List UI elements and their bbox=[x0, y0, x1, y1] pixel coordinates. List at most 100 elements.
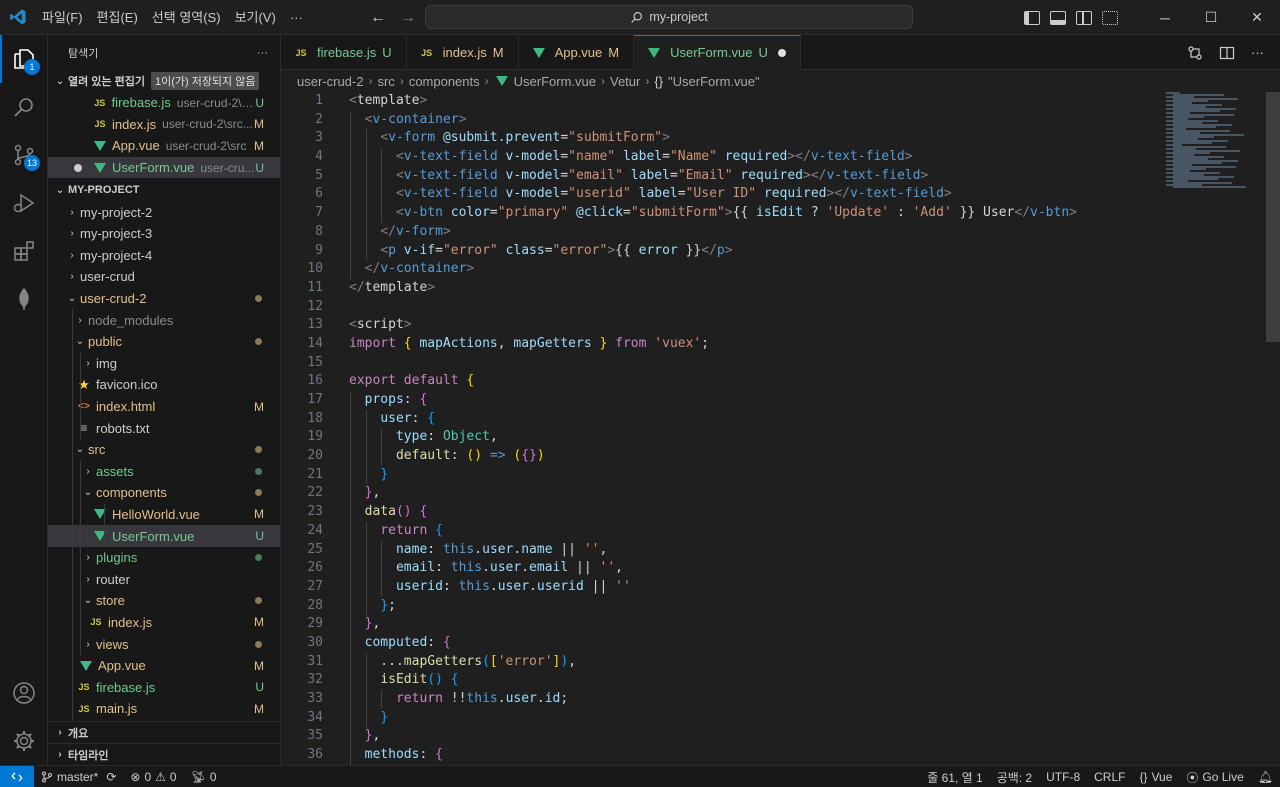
menu-edit[interactable]: 편집(E) bbox=[90, 0, 145, 35]
tree-file[interactable]: HelloWorld.vue M bbox=[48, 503, 280, 526]
maximize-button[interactable]: ☐ bbox=[1188, 0, 1234, 35]
back-arrow-icon[interactable]: ← bbox=[370, 9, 386, 27]
encoding[interactable]: UTF-8 bbox=[1039, 766, 1087, 787]
code-line[interactable]: <v-text-field v-model="name" label="Name… bbox=[349, 148, 1160, 167]
breadcrumb-item[interactable]: components bbox=[409, 74, 480, 89]
code-line[interactable]: <template> bbox=[349, 92, 1160, 111]
tree-folder[interactable]: ⌄ public bbox=[48, 330, 280, 353]
line-ending[interactable]: CRLF bbox=[1087, 766, 1132, 787]
menu-file[interactable]: 파일(F) bbox=[35, 0, 90, 35]
source-control-activity[interactable]: 13 bbox=[0, 131, 48, 179]
toggle-panel-icon[interactable] bbox=[1050, 10, 1066, 25]
tree-file[interactable]: ★ favicon.ico bbox=[48, 374, 280, 396]
tree-folder[interactable]: ⌄ src bbox=[48, 438, 280, 461]
code-line[interactable]: export default { bbox=[349, 372, 1160, 391]
tree-folder[interactable]: › router bbox=[48, 568, 280, 591]
tree-file-selected[interactable]: UserForm.vue U bbox=[48, 525, 280, 547]
unsaved-dot-icon[interactable] bbox=[777, 48, 786, 57]
forward-arrow-icon[interactable]: → bbox=[400, 9, 416, 27]
code-line[interactable]: <v-btn color="primary" @click="submitFor… bbox=[349, 204, 1160, 223]
close-button[interactable]: ✕ bbox=[1234, 0, 1280, 35]
tree-folder[interactable]: › my-project-3 bbox=[48, 223, 280, 245]
tree-file[interactable]: <> index.html M bbox=[48, 395, 280, 418]
breadcrumb-item[interactable]: UserForm.vue bbox=[514, 74, 596, 89]
code-line[interactable]: }, bbox=[349, 727, 1160, 747]
search-activity[interactable] bbox=[0, 83, 48, 131]
breadcrumb-item[interactable]: user-crud-2 bbox=[297, 74, 363, 89]
code-line[interactable]: <v-container> bbox=[349, 110, 1160, 130]
minimap[interactable] bbox=[1166, 92, 1266, 765]
tree-file[interactable]: ≡ robots.txt bbox=[48, 417, 280, 439]
minimize-button[interactable]: ─ bbox=[1142, 0, 1188, 35]
code-line[interactable]: userid: this.user.userid || '' bbox=[349, 577, 1160, 597]
accounts-activity[interactable] bbox=[0, 669, 48, 717]
code-line[interactable]: } bbox=[349, 708, 1160, 728]
code-line[interactable]: </v-form> bbox=[349, 222, 1160, 242]
ports-status[interactable]: 📡︎ 0 bbox=[184, 766, 224, 787]
code-line[interactable]: type: Object, bbox=[349, 428, 1160, 448]
code-line[interactable]: } bbox=[349, 465, 1160, 485]
open-editors-section[interactable]: ⌄ 열려 있는 편집기 1이(가) 저장되지 않음 bbox=[48, 70, 280, 92]
tree-folder[interactable]: › plugins bbox=[48, 546, 280, 569]
tree-folder[interactable]: › node_modules bbox=[48, 309, 280, 331]
command-center-search[interactable]: my-project bbox=[425, 5, 913, 29]
tree-folder[interactable]: › my-project-2 bbox=[48, 201, 280, 223]
scrollbar-thumb[interactable] bbox=[1266, 92, 1280, 342]
tab-app-vue[interactable]: App.vue M bbox=[519, 35, 635, 70]
menu-view[interactable]: 보기(V) bbox=[228, 0, 283, 35]
language-mode[interactable]: {} Vue bbox=[1132, 766, 1179, 787]
code-line[interactable]: return { bbox=[349, 521, 1160, 541]
cursor-position[interactable]: 줄 61, 열 1 bbox=[920, 766, 989, 787]
tree-folder[interactable]: › user-crud bbox=[48, 266, 280, 288]
code-editor[interactable]: 1 2 3 4 5 6 7 8 9 10 11 12 13 14 15 16 1… bbox=[281, 92, 1280, 765]
run-debug-activity[interactable] bbox=[0, 179, 48, 227]
code-line[interactable]: <v-text-field v-model="userid" label="Us… bbox=[349, 185, 1160, 205]
outline-section[interactable]: › 개요 bbox=[48, 721, 280, 743]
explorer-activity[interactable]: 1 bbox=[0, 35, 48, 83]
open-editor-item[interactable]: JS firebase.js user-crud-2\src U bbox=[48, 92, 280, 114]
code-line[interactable]: default: () => ({}) bbox=[349, 447, 1160, 466]
remote-indicator[interactable] bbox=[0, 765, 34, 787]
code-line[interactable]: email: this.user.email || '', bbox=[349, 559, 1160, 578]
tree-folder[interactable]: › views bbox=[48, 633, 280, 655]
sync-icon[interactable]: ⟳ bbox=[106, 770, 116, 784]
code-line[interactable]: </template> bbox=[349, 279, 1160, 298]
code-line[interactable]: name: this.user.name || '', bbox=[349, 540, 1160, 560]
code-line[interactable]: computed: { bbox=[349, 633, 1160, 653]
code-line[interactable]: <p v-if="error" class="error">{{ error }… bbox=[349, 241, 1160, 261]
breadcrumb-item[interactable]: "UserForm.vue" bbox=[668, 74, 760, 89]
open-editor-item[interactable]: JS index.js user-crud-2\src... M bbox=[48, 114, 280, 136]
open-editor-item[interactable]: App.vue user-crud-2\src M bbox=[48, 135, 280, 157]
code-line[interactable] bbox=[349, 354, 1160, 373]
go-live-button[interactable]: ⦿ Go Live bbox=[1179, 766, 1250, 787]
split-editor-icon[interactable] bbox=[1219, 45, 1235, 61]
code-line[interactable]: </v-container> bbox=[349, 260, 1160, 279]
tree-folder[interactable]: ⌄ store bbox=[48, 590, 280, 612]
tree-folder[interactable]: › img bbox=[48, 352, 280, 375]
code-line[interactable]: }; bbox=[349, 596, 1160, 616]
open-changes-icon[interactable] bbox=[1187, 45, 1203, 61]
tree-file[interactable]: JS index.js M bbox=[48, 611, 280, 634]
sidebar-more-actions[interactable]: ··· bbox=[257, 47, 268, 59]
editor-more-actions[interactable]: ··· bbox=[1251, 45, 1264, 60]
toggle-primary-sidebar-icon[interactable] bbox=[1024, 10, 1040, 25]
mongodb-activity[interactable] bbox=[0, 275, 48, 323]
vertical-scrollbar[interactable] bbox=[1266, 92, 1280, 765]
branch-status[interactable]: master* ⟳ bbox=[34, 766, 123, 787]
tree-folder[interactable]: › my-project-4 bbox=[48, 245, 280, 267]
code-line[interactable] bbox=[349, 298, 1160, 317]
manage-activity[interactable] bbox=[0, 717, 48, 765]
code-line[interactable]: return !!this.user.id; bbox=[349, 690, 1160, 709]
menu-selection[interactable]: 선택 영역(S) bbox=[145, 0, 228, 35]
code-line[interactable]: ...mapGetters(['error']), bbox=[349, 652, 1160, 672]
code-line[interactable]: import { mapActions, mapGetters } from '… bbox=[349, 335, 1160, 354]
breadcrumb-item[interactable]: src bbox=[377, 74, 394, 89]
indentation[interactable]: 공백: 2 bbox=[990, 766, 1039, 787]
tree-file[interactable]: JS main.js M bbox=[48, 698, 280, 720]
tree-folder[interactable]: ⌄ components bbox=[48, 482, 280, 504]
code-line[interactable]: methods: { bbox=[349, 746, 1160, 765]
notifications-button[interactable]: 🔔︎ bbox=[1251, 766, 1280, 787]
breadcrumb-item[interactable]: Vetur bbox=[610, 74, 640, 89]
unsaved-dot-icon[interactable] bbox=[74, 163, 82, 172]
code-line[interactable]: props: { bbox=[349, 391, 1160, 410]
